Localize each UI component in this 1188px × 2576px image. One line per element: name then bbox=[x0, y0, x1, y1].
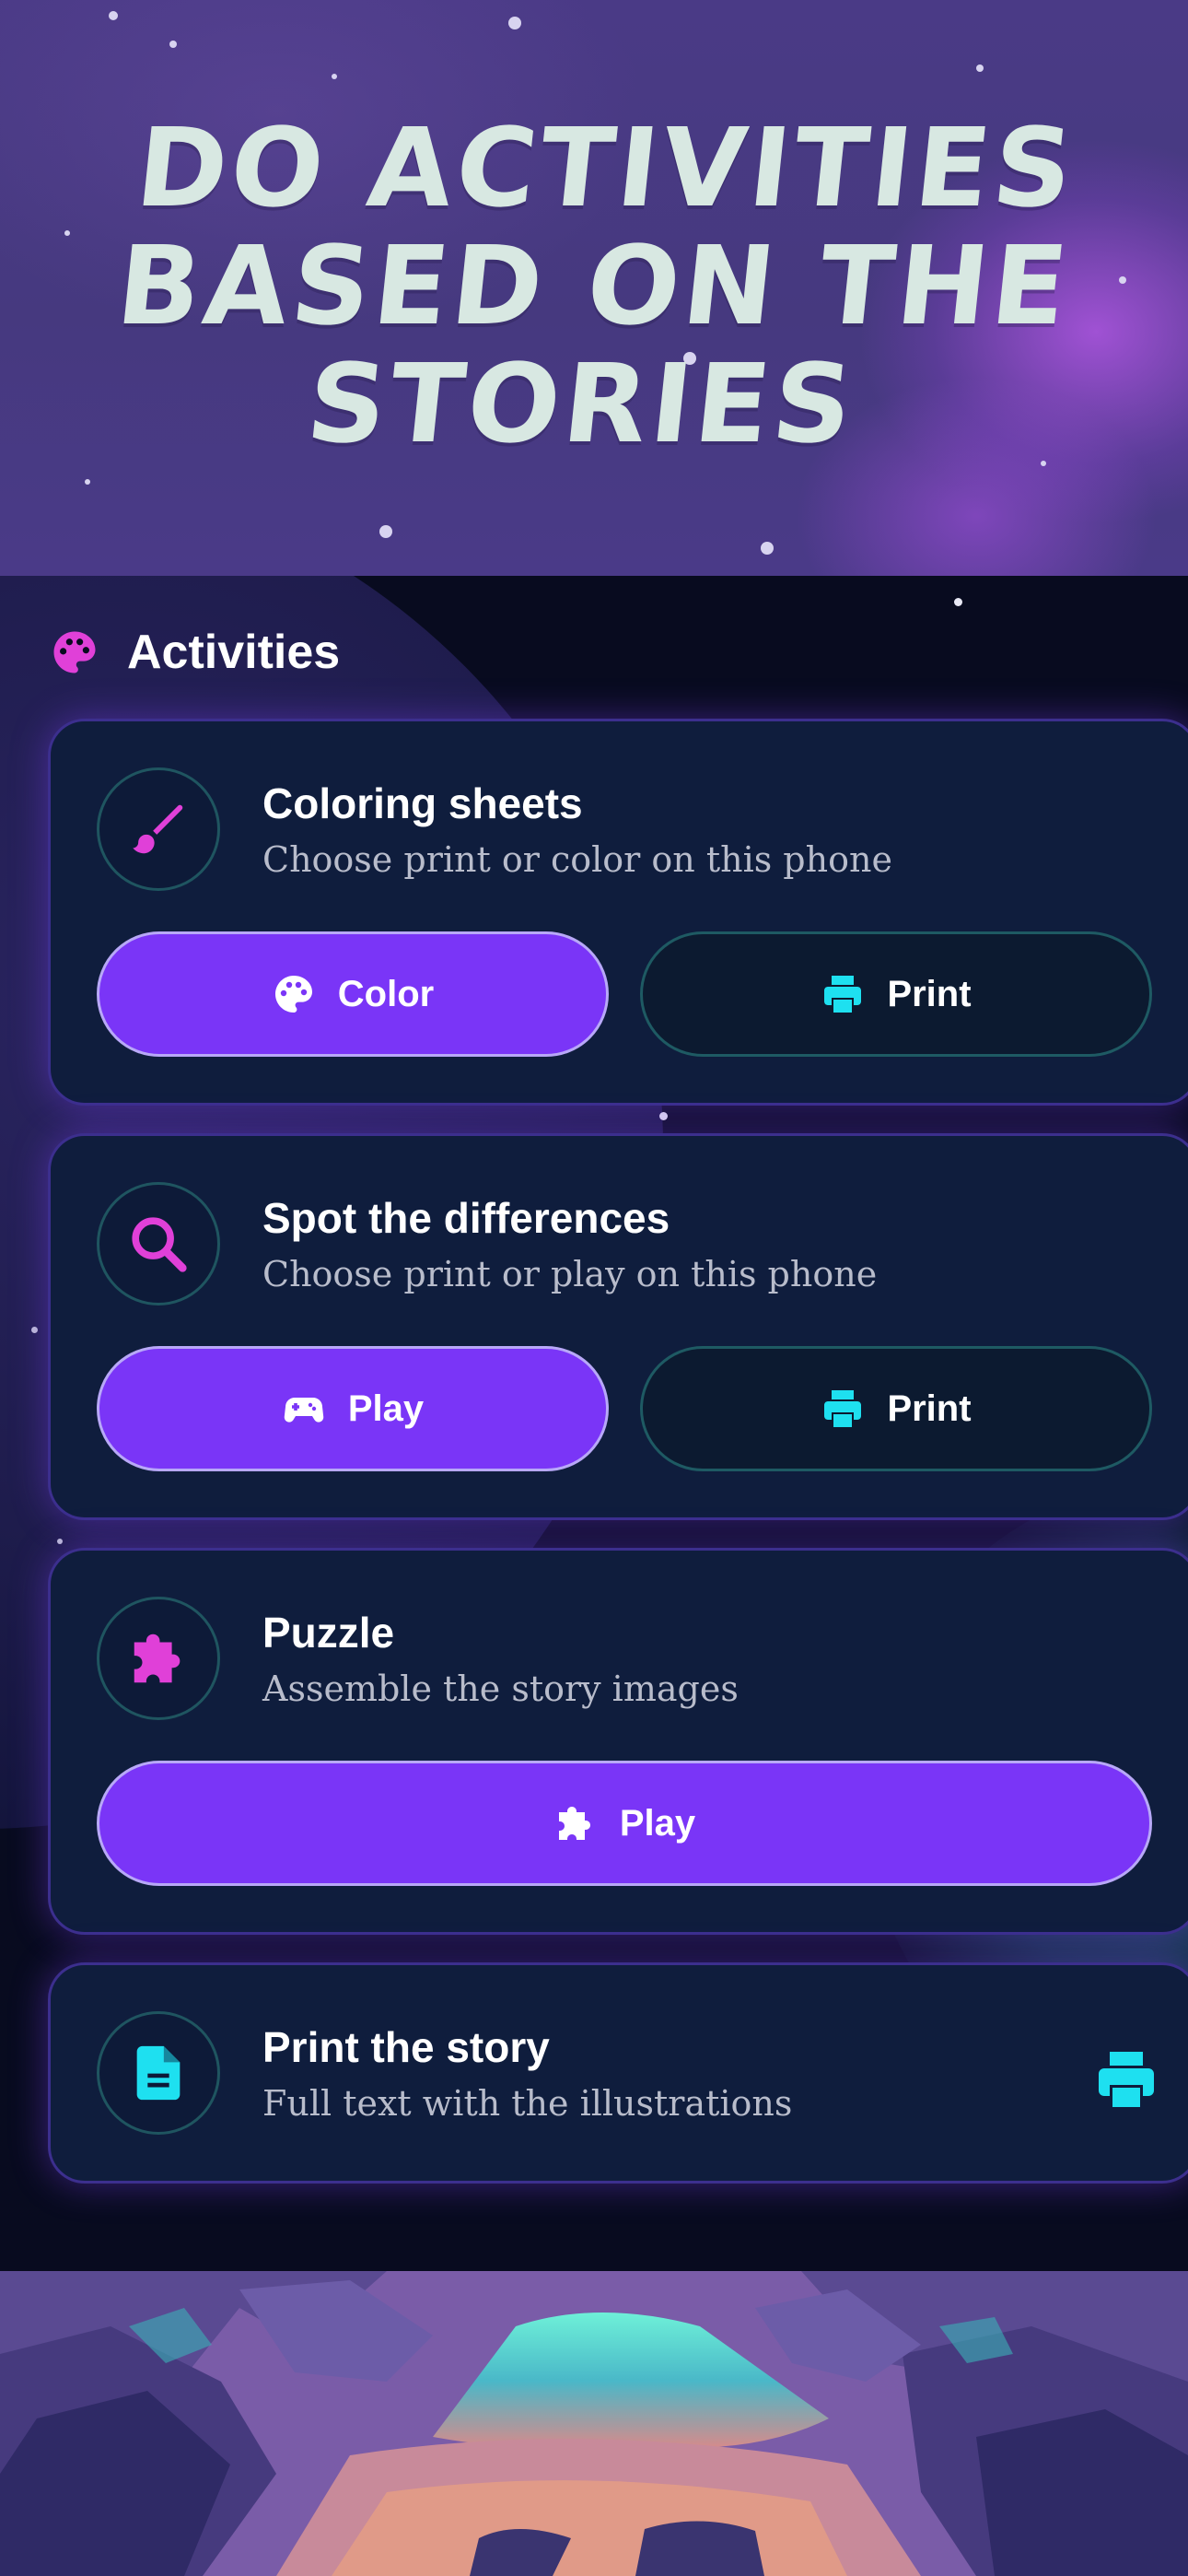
star bbox=[109, 11, 118, 20]
card-icon-ring bbox=[97, 1597, 220, 1720]
palette-icon bbox=[274, 976, 312, 1013]
printer-icon bbox=[824, 976, 862, 1013]
card-subtitle: Choose print or color on this phone bbox=[262, 839, 892, 880]
printer-icon bbox=[824, 1390, 862, 1427]
section-title: Activities bbox=[127, 626, 341, 679]
play-button[interactable]: Play bbox=[97, 1761, 1152, 1886]
card-spot-the-differences: Spot the differences Choose print or pla… bbox=[48, 1133, 1188, 1520]
palette-icon bbox=[53, 631, 96, 673]
card-subtitle: Full text with the illustrations bbox=[262, 2083, 793, 2124]
print-button[interactable]: Print bbox=[640, 1346, 1152, 1471]
button-label: Print bbox=[887, 1388, 972, 1429]
card-title: Puzzle bbox=[262, 1609, 395, 1657]
landscape-illustration bbox=[0, 2271, 1188, 2576]
star bbox=[332, 74, 337, 79]
card-icon-ring bbox=[97, 1182, 220, 1306]
printer-icon[interactable] bbox=[1093, 2046, 1159, 2113]
star bbox=[169, 41, 177, 48]
document-icon bbox=[136, 2045, 181, 2101]
star bbox=[659, 1112, 668, 1120]
star bbox=[976, 64, 984, 72]
card-title: Coloring sheets bbox=[262, 779, 583, 827]
button-label: Color bbox=[337, 973, 435, 1014]
card-puzzle: Puzzle Assemble the story images Play bbox=[48, 1548, 1188, 1935]
star bbox=[85, 479, 90, 485]
play-button[interactable]: Play bbox=[97, 1346, 609, 1471]
puzzle-icon bbox=[134, 1633, 181, 1683]
star bbox=[954, 598, 962, 606]
activities-panel: Activities Coloring sheets Choose print … bbox=[0, 576, 1188, 2271]
card-print-the-story[interactable]: Print the story Full text with the illus… bbox=[48, 1962, 1188, 2184]
hero-title: Do activities based on the stories bbox=[111, 104, 1083, 467]
star bbox=[379, 525, 392, 538]
card-icon-ring bbox=[97, 2011, 220, 2135]
card-subtitle: Choose print or play on this phone bbox=[262, 1254, 878, 1294]
canyon-illustration bbox=[0, 2271, 1188, 2576]
magnifier-icon bbox=[132, 1217, 187, 1272]
button-label: Play bbox=[619, 1802, 696, 1844]
gamepad-icon bbox=[284, 1398, 324, 1423]
paintbrush-icon bbox=[133, 804, 183, 854]
card-title: Spot the differences bbox=[262, 1194, 670, 1242]
button-label: Print bbox=[887, 973, 972, 1014]
section-header: Activities bbox=[50, 620, 340, 685]
color-button[interactable]: Color bbox=[97, 931, 609, 1057]
hero-banner: Do activities based on the stories bbox=[0, 0, 1188, 576]
button-label: Play bbox=[347, 1388, 425, 1429]
star bbox=[508, 17, 521, 29]
card-coloring-sheets: Coloring sheets Choose print or color on… bbox=[48, 719, 1188, 1106]
star bbox=[31, 1327, 38, 1333]
puzzle-icon bbox=[558, 1807, 590, 1840]
star bbox=[761, 542, 774, 555]
print-button[interactable]: Print bbox=[640, 931, 1152, 1057]
card-title: Print the story bbox=[262, 2023, 550, 2071]
card-icon-ring bbox=[97, 767, 220, 891]
card-subtitle: Assemble the story images bbox=[262, 1669, 739, 1709]
star bbox=[57, 1539, 63, 1544]
